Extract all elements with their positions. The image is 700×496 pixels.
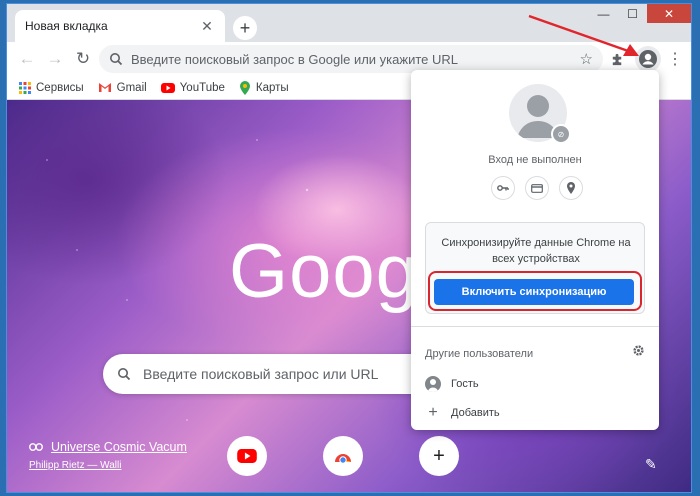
guest-label: Гость: [451, 378, 479, 390]
sync-promo-text: Синхронизируйте данные Chrome на всех ус…: [441, 237, 631, 265]
turn-on-sync-button[interactable]: Включить синхронизацию: [434, 279, 634, 305]
ntp-search-placeholder: Введите поисковый запрос или URL: [143, 366, 379, 382]
guest-profile-item[interactable]: Гость: [425, 376, 479, 392]
search-icon: [118, 368, 131, 381]
attribution-title: Universe Cosmic Vacum: [51, 440, 187, 454]
bookmark-maps[interactable]: Карты: [239, 80, 289, 95]
search-icon: [110, 53, 123, 66]
youtube-icon: [160, 82, 175, 93]
new-tab-button[interactable]: +: [233, 16, 257, 40]
bookmark-services[interactable]: Сервисы: [19, 81, 84, 94]
bookmark-label: Gmail: [116, 81, 147, 94]
add-person-item[interactable]: + Добавить: [425, 404, 500, 422]
add-label: Добавить: [451, 407, 500, 419]
chrome-menu-icon[interactable]: ⋮: [667, 45, 683, 73]
apps-grid-icon: [19, 81, 31, 94]
bookmark-label: YouTube: [179, 81, 225, 94]
profile-menu-popup: ⊘ Вход не выполнен Синхронизируйте данны…: [411, 70, 659, 430]
bookmark-gmail[interactable]: Gmail: [98, 82, 147, 94]
sync-promo: Синхронизируйте данные Chrome на всех ус…: [425, 222, 645, 314]
maps-icon: [239, 80, 250, 95]
shortcut-chrome-web-store[interactable]: [323, 436, 363, 476]
bookmark-label: Сервисы: [36, 81, 84, 94]
reload-button[interactable]: ↻: [69, 45, 97, 73]
close-window-button[interactable]: ✕: [647, 4, 691, 23]
profile-shortcuts: [491, 176, 583, 200]
passwords-key-icon[interactable]: [491, 176, 515, 200]
other-people-label: Другие пользователи: [425, 348, 534, 360]
customize-edit-icon[interactable]: ✎: [645, 456, 657, 473]
forward-button[interactable]: →: [41, 45, 69, 73]
youtube-icon: [237, 449, 257, 463]
manage-people-gear-icon[interactable]: [632, 344, 645, 360]
attribution-author[interactable]: Philipp Rietz — Walli: [29, 460, 187, 471]
link-icon: [29, 443, 43, 451]
background-attribution: Universe Cosmic Vacum Philipp Rietz — Wa…: [29, 440, 187, 471]
shortcut-youtube[interactable]: [227, 436, 267, 476]
browser-window: — ☐ ✕ Новая вкладка ✕ + ← → ↻ Введите по…: [6, 3, 692, 493]
omnibox-placeholder: Введите поисковый запрос в Google или ук…: [131, 51, 458, 67]
signed-out-status: Вход не выполнен: [488, 154, 582, 166]
payment-card-icon[interactable]: [525, 176, 549, 200]
plus-icon: +: [428, 404, 438, 421]
sync-paused-icon: ⊘: [551, 124, 571, 144]
gmail-icon: [98, 83, 111, 92]
addresses-location-icon[interactable]: [559, 176, 583, 200]
guest-avatar-icon: [425, 376, 441, 392]
tab-new-tab[interactable]: Новая вкладка ✕: [15, 10, 225, 42]
tab-title: Новая вкладка: [25, 19, 108, 33]
tab-close-icon[interactable]: ✕: [199, 18, 215, 34]
red-arrow-annotation: [528, 14, 639, 56]
plus-icon: +: [433, 444, 445, 467]
back-button[interactable]: ←: [13, 45, 41, 73]
divider: [411, 326, 659, 327]
attribution-link[interactable]: Universe Cosmic Vacum: [29, 440, 187, 454]
chrome-store-icon: [335, 454, 351, 463]
add-shortcut-button[interactable]: +: [419, 436, 459, 476]
bookmark-label: Карты: [255, 81, 289, 94]
bookmark-youtube[interactable]: YouTube: [160, 81, 225, 94]
